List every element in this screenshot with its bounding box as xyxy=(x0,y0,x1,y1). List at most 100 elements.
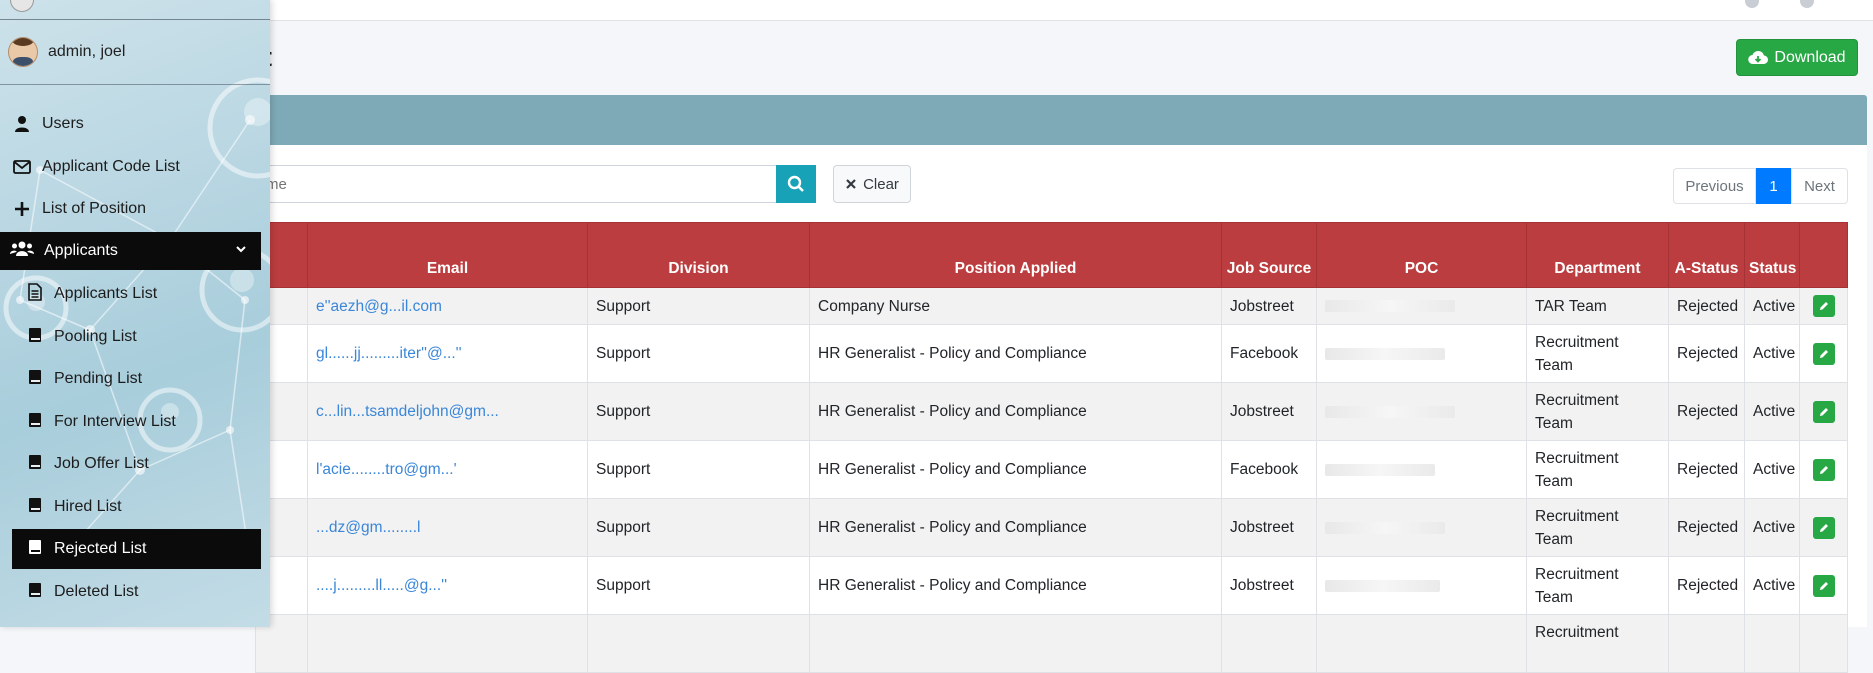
email-link[interactable]: c...lin...tsamdeljohn@gm... xyxy=(316,403,499,420)
status-cell: Active xyxy=(1744,287,1800,325)
pagination-next[interactable]: Next xyxy=(1791,168,1848,204)
email-cell[interactable]: e''aezh@g...il.com xyxy=(307,287,588,325)
plus-icon xyxy=(12,199,32,219)
book-icon xyxy=(28,454,42,475)
sidebar-item-for-interview-list[interactable]: For Interview List xyxy=(28,404,176,440)
status-cell: Active xyxy=(1744,498,1800,557)
column-header-division: Division xyxy=(587,222,810,288)
source-cell: Facebook xyxy=(1221,440,1317,499)
top-navbar xyxy=(0,0,1873,21)
sidebar-item-pending-list[interactable]: Pending List xyxy=(28,361,142,397)
department-cell: Recruitment Team xyxy=(1526,324,1669,383)
edit-button[interactable] xyxy=(1812,458,1835,481)
poc-cell xyxy=(1316,440,1527,499)
a-status-cell: Rejected xyxy=(1668,556,1745,615)
table-row: e''aezh@g...il.com Support Company Nurse… xyxy=(255,287,1848,325)
position-cell xyxy=(809,614,1222,673)
edit-button[interactable] xyxy=(1812,574,1835,597)
actions-cell xyxy=(1799,324,1848,383)
sidebar-item-hired-list[interactable]: Hired List xyxy=(28,489,122,525)
clear-button[interactable]: Clear xyxy=(833,165,911,203)
sidebar-item-label: Pooling List xyxy=(54,328,137,345)
download-button[interactable]: Download xyxy=(1736,39,1858,76)
email-cell[interactable]: l'acie........tro@gm...' xyxy=(307,440,588,499)
redacted-text xyxy=(1325,463,1435,476)
position-cell: Company Nurse xyxy=(809,287,1222,325)
status-cell: Active xyxy=(1744,440,1800,499)
edit-button[interactable] xyxy=(1812,516,1835,539)
pagination-previous[interactable]: Previous xyxy=(1673,168,1756,204)
user-menu-icon[interactable] xyxy=(1800,0,1814,8)
column-header-position: Position Applied xyxy=(809,222,1222,288)
redacted-text xyxy=(1325,521,1445,534)
email-cell[interactable]: ....j.........ll.....@g...'' xyxy=(307,556,588,615)
search-input[interactable] xyxy=(255,165,776,203)
source-cell: Jobstreet xyxy=(1221,287,1317,325)
department-cell: TAR Team xyxy=(1526,287,1669,325)
avatar xyxy=(8,37,38,67)
source-cell: Jobstreet xyxy=(1221,498,1317,557)
sidebar-item-job-offer-list[interactable]: Job Offer List xyxy=(28,446,149,482)
clear-label: Clear xyxy=(863,175,899,193)
sidebar-item-label: For Interview List xyxy=(54,413,176,430)
email-link[interactable]: l'acie........tro@gm...' xyxy=(316,461,457,478)
cloud-download-icon xyxy=(1748,50,1769,64)
search-button[interactable] xyxy=(776,165,816,203)
redacted-text xyxy=(1325,405,1455,418)
chevron-down-icon xyxy=(236,246,246,253)
sidebar-item-applicants[interactable]: Applicants xyxy=(0,232,261,270)
email-link[interactable]: ...dz@gm........l xyxy=(316,519,420,536)
sidebar-item-users[interactable]: Users xyxy=(12,106,84,142)
sidebar: admin, joel Users Applicant Code List Li… xyxy=(0,0,270,627)
email-cell[interactable]: c...lin...tsamdeljohn@gm... xyxy=(307,382,588,441)
status-cell: Active xyxy=(1744,382,1800,441)
column-header-actions xyxy=(1799,222,1848,288)
pencil-icon xyxy=(1819,349,1828,358)
poc-cell xyxy=(1316,324,1527,383)
sidebar-item-label: Users xyxy=(42,115,84,132)
email-cell[interactable] xyxy=(307,614,588,673)
source-cell: Jobstreet xyxy=(1221,556,1317,615)
notification-icon[interactable] xyxy=(1745,0,1759,8)
email-cell[interactable]: gl......jj.........iter''@...'' xyxy=(307,324,588,383)
edit-button[interactable] xyxy=(1812,342,1835,365)
poc-cell xyxy=(1316,614,1527,673)
edit-button[interactable] xyxy=(1812,295,1835,318)
column-header-department: Department xyxy=(1526,222,1669,288)
book-icon xyxy=(28,412,42,433)
sidebar-item-rejected-list[interactable]: Rejected List xyxy=(12,529,261,569)
download-label: Download xyxy=(1774,48,1846,66)
sidebar-item-label: List of Position xyxy=(42,200,147,217)
book-icon xyxy=(28,497,42,518)
column-header-a-status: A-Status xyxy=(1668,222,1745,288)
sidebar-item-label: Deleted List xyxy=(54,583,139,600)
actions-cell xyxy=(1799,382,1848,441)
table-row: ...dz@gm........l Support HR Generalist … xyxy=(255,498,1848,557)
sidebar-item-list-of-position[interactable]: List of Position xyxy=(12,191,146,227)
pagination-page-1[interactable]: 1 xyxy=(1756,168,1791,204)
email-link[interactable]: gl......jj.........iter''@...'' xyxy=(316,345,462,362)
sidebar-item-deleted-list[interactable]: Deleted List xyxy=(28,574,139,610)
column-header-status: Status xyxy=(1744,222,1800,288)
card-header xyxy=(255,95,1867,145)
sidebar-item-applicant-code-list[interactable]: Applicant Code List xyxy=(12,149,180,185)
department-cell: Recruitment Team xyxy=(1526,440,1669,499)
user-panel[interactable]: admin, joel xyxy=(0,37,270,85)
sidebar-item-pooling-list[interactable]: Pooling List xyxy=(28,319,137,355)
position-cell: HR Generalist - Policy and Compliance xyxy=(809,440,1222,499)
email-cell[interactable]: ...dz@gm........l xyxy=(307,498,588,557)
email-link[interactable]: ....j.........ll.....@g...'' xyxy=(316,577,447,594)
redacted-text xyxy=(1325,347,1445,360)
poc-cell xyxy=(1316,498,1527,557)
user-icon xyxy=(12,114,32,134)
sidebar-item-applicants-list[interactable]: Applicants List xyxy=(28,276,157,312)
edit-button[interactable] xyxy=(1812,400,1835,423)
department-cell: Recruitment Team xyxy=(1526,556,1669,615)
redacted-text xyxy=(1325,579,1440,592)
poc-cell xyxy=(1316,382,1527,441)
sidebar-item-label: Hired List xyxy=(54,498,122,515)
email-link[interactable]: e''aezh@g...il.com xyxy=(316,298,442,315)
table-row: c...lin...tsamdeljohn@gm... Support HR G… xyxy=(255,382,1848,441)
sidebar-group-label: Applicants xyxy=(44,242,118,259)
division-cell: Support xyxy=(587,498,810,557)
